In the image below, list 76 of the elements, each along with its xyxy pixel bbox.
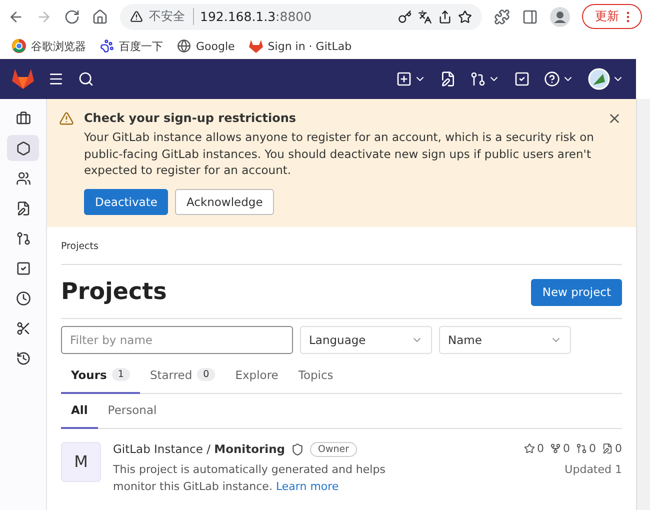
avatar-icon[interactable] (588, 68, 610, 90)
role-badge: Owner (310, 442, 358, 456)
project-description: This project is automatically generated and helps monitor this GitLab instance. Learn more (113, 462, 386, 494)
warning-icon (130, 10, 143, 23)
briefcase-icon (16, 110, 30, 126)
translate-icon[interactable] (418, 10, 432, 24)
alert-button[interactable]: Deactivate (84, 188, 168, 214)
extensions-icon[interactable] (494, 8, 510, 24)
warning-icon (59, 111, 74, 126)
history-icon (16, 350, 30, 366)
menu-icon[interactable] (48, 71, 64, 87)
help-icon[interactable] (544, 71, 560, 87)
alert-message: Your GitLab instance allows anyone to register for an account, which is a security risk on public-facing GitLab instances. You should deactivate new sign ups if public users aren't expected to register for an account. (84, 129, 595, 178)
dropdown[interactable]: Name (439, 326, 571, 354)
updated-time: Updated 1 (564, 462, 622, 476)
new-project-button[interactable]: New project (531, 278, 622, 306)
page-title: Projects (61, 279, 167, 305)
reload-icon[interactable] (64, 8, 80, 24)
project-icon (16, 140, 30, 156)
tab[interactable]: All (61, 394, 98, 428)
tab[interactable]: Starred 0 (140, 358, 226, 394)
shield-icon (291, 442, 304, 456)
security-label: 不安全 (149, 8, 194, 25)
side-panel-icon[interactable] (522, 8, 538, 24)
todo-icon[interactable] (514, 71, 530, 87)
merge-request-icon[interactable] (470, 71, 486, 87)
issues-icon (16, 200, 30, 216)
star-icon (524, 442, 535, 454)
tab[interactable]: Yours 1 (61, 358, 140, 394)
project-stat[interactable]: 0 (550, 442, 570, 454)
issues-icon[interactable] (440, 71, 456, 87)
profile-icon[interactable] (550, 6, 570, 26)
project-stat[interactable]: 0 (576, 442, 596, 454)
alert-button[interactable]: Acknowledge (175, 188, 274, 214)
scrollbar[interactable] (636, 99, 650, 510)
address-bar[interactable]: 不安全 192.168.1.3:8800 (120, 4, 482, 30)
bookmark-item[interactable]: 谷歌浏览器 (12, 38, 86, 54)
gitlab-logo[interactable] (12, 69, 34, 89)
project-stat[interactable]: 0 (524, 442, 544, 454)
create-icon[interactable] (396, 71, 412, 87)
close-icon[interactable] (607, 111, 622, 126)
learn-more-link[interactable]: Learn more (276, 480, 339, 492)
bookmark-item[interactable]: 百度一下 (100, 38, 163, 54)
sidebar-item[interactable] (7, 135, 39, 161)
bookmark-star-icon[interactable] (458, 10, 472, 24)
home-icon[interactable] (92, 8, 108, 24)
issues-icon (602, 442, 613, 454)
bookmark-item[interactable]: Sign in · GitLab (248, 40, 352, 52)
tab[interactable]: Explore (225, 358, 288, 394)
update-button[interactable]: 更新 (582, 4, 642, 29)
merge-request-icon (16, 230, 30, 246)
share-icon[interactable] (438, 10, 452, 24)
chrome-icon (12, 39, 26, 53)
filter-field[interactable]: Filter by name (61, 326, 293, 354)
scissors-icon (16, 320, 30, 336)
clock-icon (16, 290, 30, 306)
fox-icon (248, 40, 263, 52)
breadcrumb: Projects (61, 226, 622, 264)
key-icon[interactable] (398, 10, 412, 24)
alert-title: Check your sign-up restrictions (84, 111, 298, 125)
dropdown[interactable]: Language (300, 326, 432, 354)
merge-request-icon (576, 442, 587, 454)
tab[interactable]: Personal (98, 394, 167, 428)
project-name[interactable]: GitLab Instance / Monitoring (113, 442, 286, 456)
project-avatar: M (61, 442, 101, 482)
url-text: 192.168.1.3:8800 (200, 9, 312, 24)
globe-icon (177, 39, 191, 53)
groups-icon (16, 170, 30, 186)
paw-icon (100, 39, 114, 53)
fork-icon (550, 442, 561, 454)
tab[interactable]: Topics (288, 358, 344, 394)
back-icon[interactable] (8, 8, 24, 24)
search-icon[interactable] (78, 71, 94, 87)
project-stat[interactable]: 0 (602, 442, 622, 454)
todo-icon (16, 260, 30, 276)
bookmark-item[interactable]: Google (177, 39, 235, 53)
